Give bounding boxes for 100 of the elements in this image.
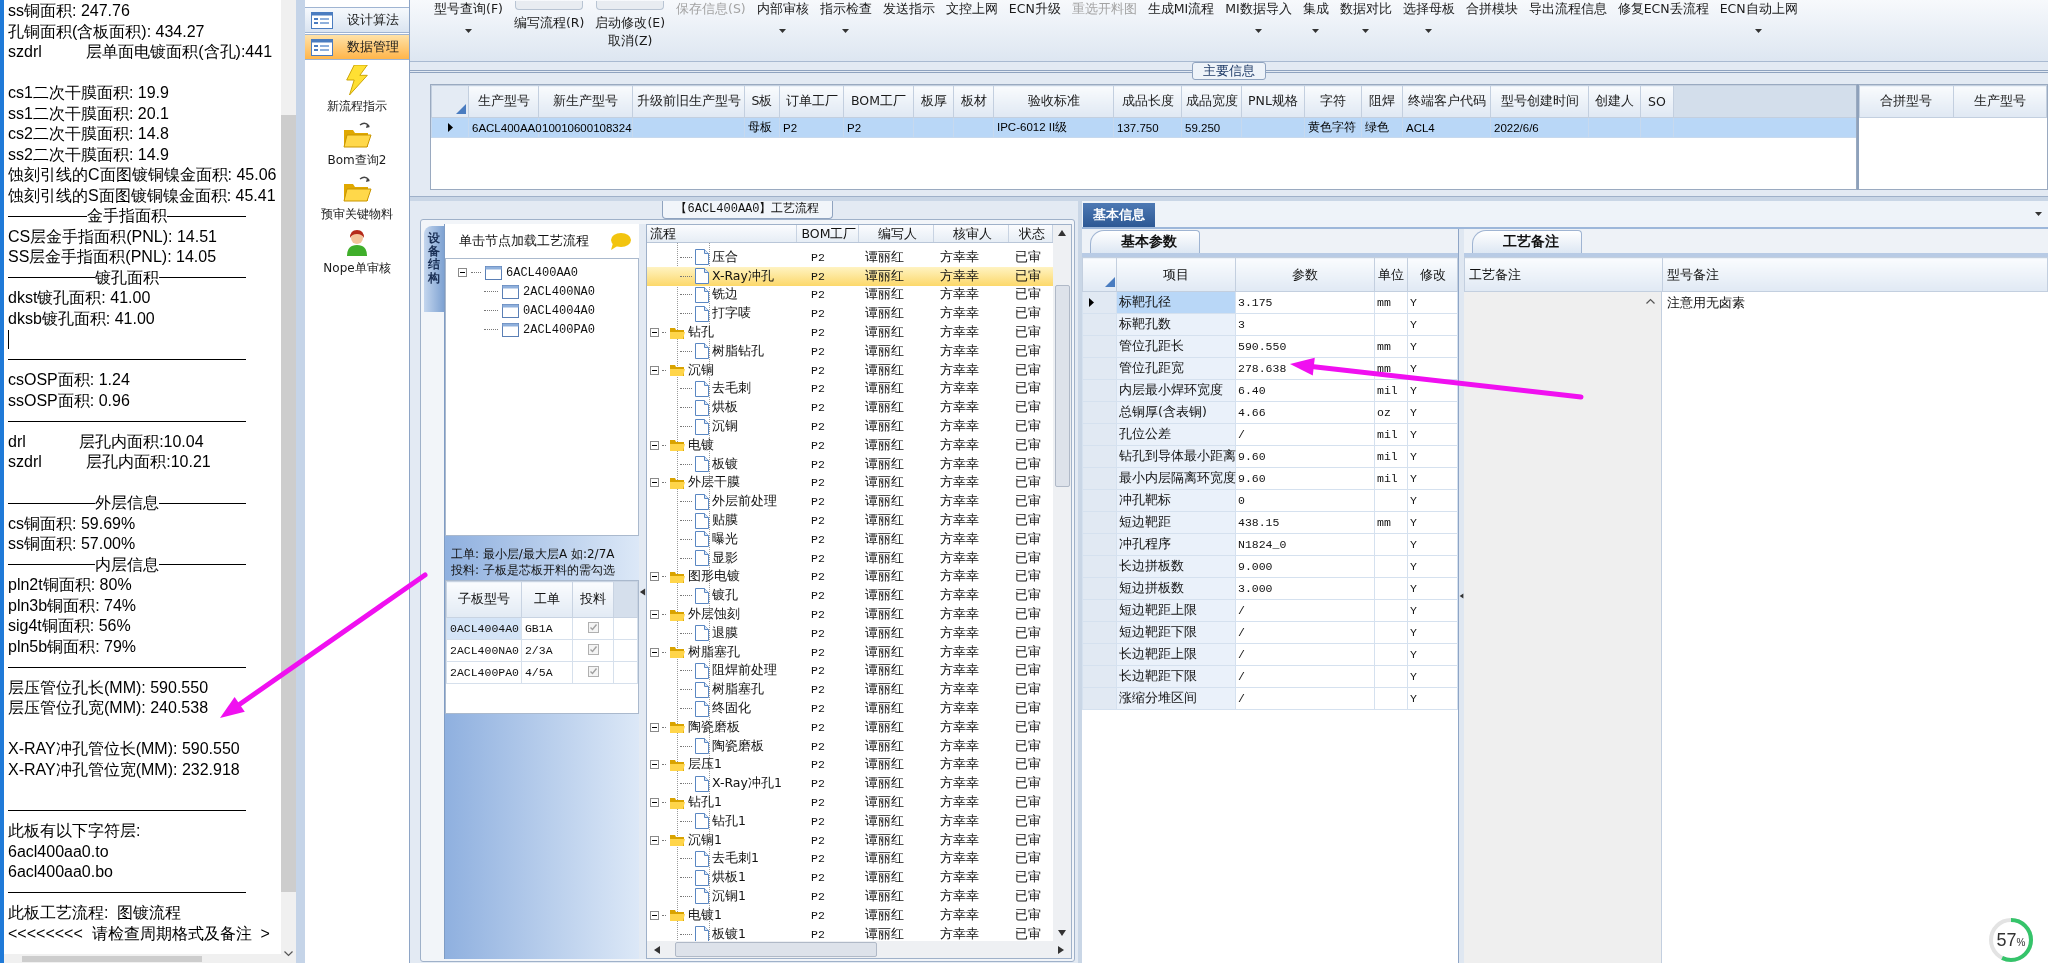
tree-row[interactable]: 外层干膜 P2 谭丽红 方幸幸 已审 xyxy=(647,473,1053,493)
toolbar-button[interactable]: 启动修改(E) xyxy=(593,0,668,33)
column-header[interactable]: BOM工厂 xyxy=(797,225,859,242)
expand-toggle[interactable] xyxy=(650,835,659,845)
tree-row[interactable]: 树脂塞孔 P2 谭丽红 方幸幸 已审 xyxy=(647,642,1053,662)
column-header[interactable]: 订单工厂 xyxy=(779,85,844,118)
column-header[interactable]: S板 xyxy=(744,85,780,118)
nav-item[interactable]: 数据管理 xyxy=(305,34,409,60)
column-header[interactable]: 板材 xyxy=(953,85,994,118)
scroll-down-icon[interactable] xyxy=(284,951,293,957)
tree-row[interactable]: X-Ray冲孔 P2 谭丽红 方幸幸 已审 xyxy=(647,266,1053,286)
column-header[interactable]: 核审人 xyxy=(934,225,1009,242)
expand-toggle[interactable] xyxy=(650,647,659,657)
scroll-right-icon[interactable] xyxy=(1057,945,1065,954)
toolbar-button[interactable]: 数据对比 xyxy=(1337,0,1394,34)
checkbox[interactable] xyxy=(587,643,599,655)
expand-toggle[interactable] xyxy=(650,572,659,582)
column-header[interactable]: 升级前旧生产型号 xyxy=(632,85,745,118)
tree-row[interactable]: 镀孔 P2 谭丽红 方幸幸 已审 xyxy=(647,586,1053,606)
tree-row[interactable]: 钻孔1 P2 谭丽红 方幸幸 已审 xyxy=(647,811,1053,831)
toolbar-button[interactable]: 编写流程(R) xyxy=(511,0,587,33)
column-header[interactable]: 生产型号 xyxy=(1953,85,2047,118)
toolbar-button[interactable]: 取消(Z) xyxy=(606,33,655,51)
table-cell[interactable]: 2ACL400NA0 xyxy=(446,639,522,662)
column-header[interactable]: 板厚 xyxy=(913,85,954,118)
tree-row[interactable]: 沉铜 P2 谭丽红 方幸幸 已审 xyxy=(647,360,1053,380)
column-header[interactable]: 项目 xyxy=(1116,257,1236,292)
toolbar-button[interactable]: ECN自动上网 xyxy=(1717,0,1800,34)
tree-row[interactable]: 沉铜1 P2 谭丽红 方幸幸 已审 xyxy=(647,830,1053,850)
column-header[interactable]: 生产型号 xyxy=(468,85,539,118)
column-header[interactable]: 修改 xyxy=(1407,257,1458,292)
table-cell[interactable]: 0ACL4004A0 xyxy=(446,617,522,640)
tree-row[interactable]: 沉铜1 P2 谭丽红 方幸幸 已审 xyxy=(647,887,1053,906)
launcher-label[interactable]: 预审关键物料 xyxy=(321,206,393,223)
expand-toggle[interactable] xyxy=(650,478,659,488)
tree-row[interactable]: 钻孔 P2 谭丽红 方幸幸 已审 xyxy=(647,323,1053,342)
expand-toggle[interactable] xyxy=(650,610,659,620)
tree-row[interactable]: 钻孔1 P2 谭丽红 方幸幸 已审 xyxy=(647,793,1053,812)
tab[interactable]: 基本参数 xyxy=(1090,230,1200,253)
expand-toggle[interactable] xyxy=(650,798,659,807)
tree-row[interactable]: 铣边 P2 谭丽红 方幸幸 已审 xyxy=(647,285,1053,305)
tree-row[interactable]: 显影 P2 谭丽红 方幸幸 已审 xyxy=(647,548,1053,568)
tab[interactable]: 工艺备注 xyxy=(1472,230,1582,253)
toolbar-button[interactable]: MI数据导入 xyxy=(1223,0,1294,34)
column-header[interactable]: 编写人 xyxy=(859,225,934,242)
column-header[interactable]: 工艺备注 xyxy=(1464,257,1663,292)
tree-row[interactable]: 板镀 P2 谭丽红 方幸幸 已审 xyxy=(647,454,1053,474)
tab[interactable]: 基本信息 xyxy=(1083,203,1155,227)
launcher-label[interactable]: 新流程指示 xyxy=(327,98,387,115)
toolbar-button[interactable]: 生成MI流程 xyxy=(1145,0,1217,19)
tree-node-label[interactable]: 6ACL400AA0 xyxy=(506,265,578,280)
tree-row[interactable]: 去毛刺 P2 谭丽红 方幸幸 已审 xyxy=(647,379,1053,399)
column-header[interactable]: BOM工厂 xyxy=(843,85,914,118)
column-header[interactable]: 成品宽度 xyxy=(1181,85,1242,118)
column-header[interactable]: PNL规格 xyxy=(1241,85,1305,118)
toolbar-button[interactable]: ECN升级 xyxy=(1006,0,1063,19)
tree-row[interactable]: 外层前处理 P2 谭丽红 方幸幸 已审 xyxy=(647,492,1053,512)
scroll-up-icon[interactable] xyxy=(1646,298,1655,304)
tree-row[interactable]: 去毛刺1 P2 谭丽红 方幸幸 已审 xyxy=(647,849,1053,869)
tree-row[interactable]: 电镀 P2 谭丽红 方幸幸 已审 xyxy=(647,435,1053,455)
column-header[interactable]: SO xyxy=(1640,85,1674,118)
tree-node-label[interactable]: 2ACL400PA0 xyxy=(523,322,595,337)
checkbox[interactable] xyxy=(587,665,599,677)
expand-toggle[interactable] xyxy=(650,328,659,338)
column-header[interactable]: 终端客户代码 xyxy=(1402,85,1491,118)
toolbar-button[interactable]: 合拼模块 xyxy=(1463,0,1520,19)
column-header[interactable]: 新生产型号 xyxy=(538,85,633,118)
tree-row[interactable]: 层压1 P2 谭丽红 方幸幸 已审 xyxy=(647,755,1053,775)
toolbar-button[interactable]: 导出流程信息 xyxy=(1526,0,1609,19)
tree-row[interactable]: 阻焊前处理 P2 谭丽红 方幸幸 已审 xyxy=(647,661,1053,681)
column-header[interactable]: 工单 xyxy=(521,581,573,618)
column-header[interactable]: 阻焊 xyxy=(1361,85,1403,118)
launcher-label[interactable]: Nope单审核 xyxy=(323,260,391,277)
table-cell[interactable]: 2ACL400PA0 xyxy=(446,661,522,684)
tree-row[interactable]: 终固化 P2 谭丽红 方幸幸 已审 xyxy=(647,699,1053,718)
tree-row[interactable]: 退膜 P2 谭丽红 方幸幸 已审 xyxy=(647,623,1053,643)
scroll-thumb[interactable] xyxy=(22,956,202,962)
tree-row[interactable]: 烘板1 P2 谭丽红 方幸幸 已审 xyxy=(647,868,1053,888)
toolbar-button[interactable]: 型号查询(F) xyxy=(432,0,505,34)
tree-row[interactable]: 外层蚀刻 P2 谭丽红 方幸幸 已审 xyxy=(647,605,1053,624)
expand-toggle[interactable] xyxy=(650,910,659,920)
tree-row[interactable]: 打字唛 P2 谭丽红 方幸幸 已审 xyxy=(647,304,1053,324)
column-header[interactable]: 合拼型号 xyxy=(1859,85,1953,118)
scroll-up-icon[interactable] xyxy=(1058,229,1066,237)
tree-row[interactable]: 图形电镀 P2 谭丽红 方幸幸 已审 xyxy=(647,567,1053,587)
tree-row[interactable]: X-Ray冲孔1 P2 谭丽红 方幸幸 已审 xyxy=(647,774,1053,794)
toolbar-button[interactable]: 文控上网 xyxy=(943,0,1000,19)
tree-row[interactable]: 陶瓷磨板 P2 谭丽红 方幸幸 已审 xyxy=(647,736,1053,756)
row-header[interactable] xyxy=(1082,291,1117,314)
tree-row[interactable]: 陶瓷磨板 P2 谭丽红 方幸幸 已审 xyxy=(647,717,1053,737)
scroll-thumb[interactable] xyxy=(1054,285,1070,487)
column-header[interactable]: 型号备注 xyxy=(1662,257,2048,292)
tree-row[interactable]: 压合 P2 谭丽红 方幸幸 已审 xyxy=(647,248,1053,267)
tree-row[interactable]: 电镀1 P2 谭丽红 方幸幸 已审 xyxy=(647,905,1053,925)
column-header[interactable]: 参数 xyxy=(1235,257,1375,292)
column-header[interactable]: 字符 xyxy=(1304,85,1362,118)
toolbar-button[interactable]: 发送指示 xyxy=(880,0,937,19)
column-header[interactable]: 创建人 xyxy=(1588,85,1641,118)
tree-row[interactable]: 烘板 P2 谭丽红 方幸幸 已审 xyxy=(647,398,1053,418)
expand-toggle[interactable] xyxy=(650,722,659,732)
